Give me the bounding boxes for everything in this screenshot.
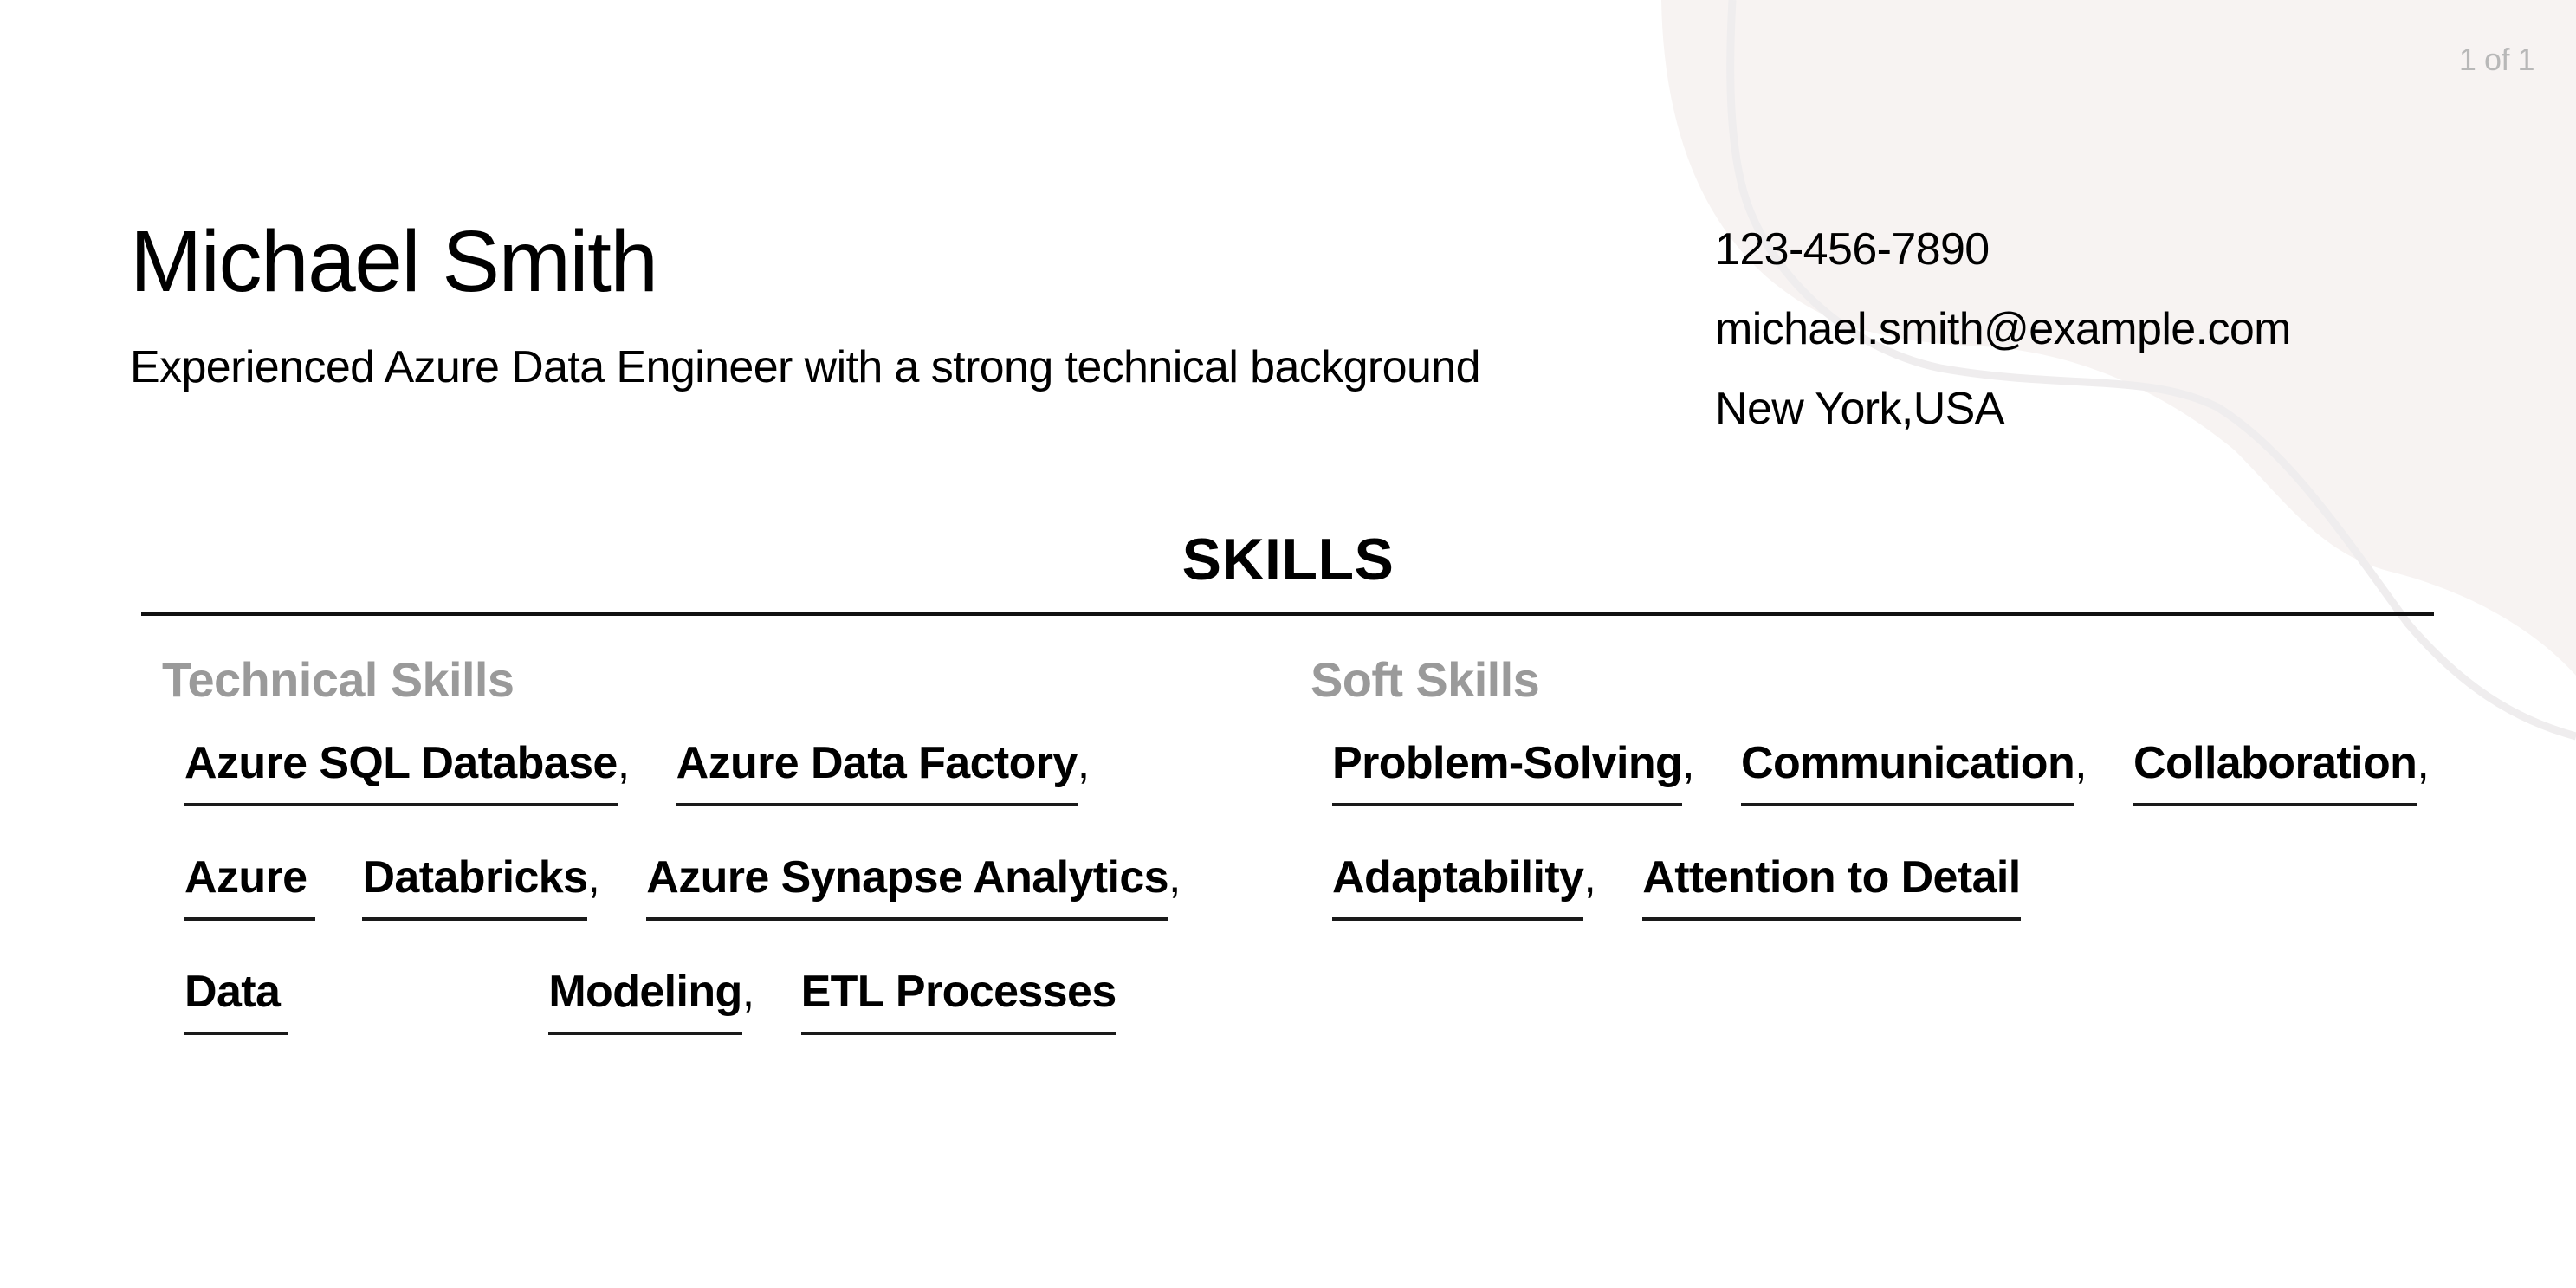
skill-item: Problem-Solving, <box>1332 738 1695 855</box>
skill-separator: , <box>1583 852 1596 903</box>
skill-separator: , <box>741 967 754 1017</box>
skill-item: Azure Synapse Analytics, <box>646 855 1181 969</box>
skill-separator: , <box>617 738 630 788</box>
skill-label: Azure Synapse Analytics <box>646 855 1169 921</box>
skill-item: Azure Data Factory, <box>676 741 1090 855</box>
skill-item: Azure SQL Database, <box>184 741 630 855</box>
skill-label: Azure <box>184 855 316 921</box>
page-counter: 1 of 1 <box>2458 42 2535 77</box>
skill-item: Data <box>184 969 289 1084</box>
skill-item: Databricks, <box>362 852 600 969</box>
skill-separator: , <box>2417 738 2430 788</box>
contact-info: 123-456-7890 michael.smith@example.com N… <box>1715 227 2291 466</box>
resume-header: Michael Smith Experienced Azure Data Eng… <box>130 213 1481 392</box>
skill-item: Adaptability, <box>1332 852 1596 969</box>
skill-label: Data <box>184 969 289 1035</box>
contact-phone: 123-456-7890 <box>1715 224 1990 275</box>
skill-item: ETL Processes <box>800 969 1116 1084</box>
skill-label: Azure SQL Database <box>184 741 618 806</box>
contact-location: New York,USA <box>1715 384 2004 434</box>
skill-label: Problem-Solving <box>1332 741 1683 806</box>
section-divider <box>141 612 2434 616</box>
skill-item: Azure <box>184 855 316 969</box>
skill-label: Modeling <box>548 969 742 1035</box>
skill-label: ETL Processes <box>800 969 1116 1035</box>
skill-separator: , <box>2074 738 2087 788</box>
skill-label: Azure Data Factory <box>676 741 1078 806</box>
skill-item: Communication, <box>1741 741 2087 855</box>
skill-separator: , <box>587 852 600 903</box>
contact-email: michael.smith@example.com <box>1715 304 2291 354</box>
soft-skills-list: Problem-Solving, Communication, Collabor… <box>1332 741 2458 969</box>
skill-separator: , <box>1077 738 1090 788</box>
skill-label: Adaptability <box>1332 855 1584 921</box>
skill-separator: , <box>1168 852 1181 903</box>
skill-label: Collaboration <box>2133 741 2417 806</box>
skill-item: Modeling, <box>548 969 754 1084</box>
skill-item: Collaboration, <box>2133 738 2430 855</box>
skill-label: Databricks <box>362 855 588 921</box>
skill-label: Attention to Detail <box>1642 855 2021 921</box>
candidate-name: Michael Smith <box>130 213 658 310</box>
section-title-skills: SKILLS <box>1181 527 1395 592</box>
skill-separator: , <box>1682 738 1695 788</box>
soft-skills-heading: Soft Skills <box>1311 652 1540 707</box>
skill-label: Communication <box>1741 741 2075 806</box>
technical-skills-heading: Technical Skills <box>162 652 515 707</box>
technical-skills-list: Azure SQL Database, Azure Data Factory, … <box>184 741 1302 1084</box>
skill-item: Attention to Detail <box>1642 855 2021 969</box>
decorative-background-blob <box>1661 0 2576 741</box>
candidate-tagline: Experienced Azure Data Engineer with a s… <box>130 342 1481 392</box>
